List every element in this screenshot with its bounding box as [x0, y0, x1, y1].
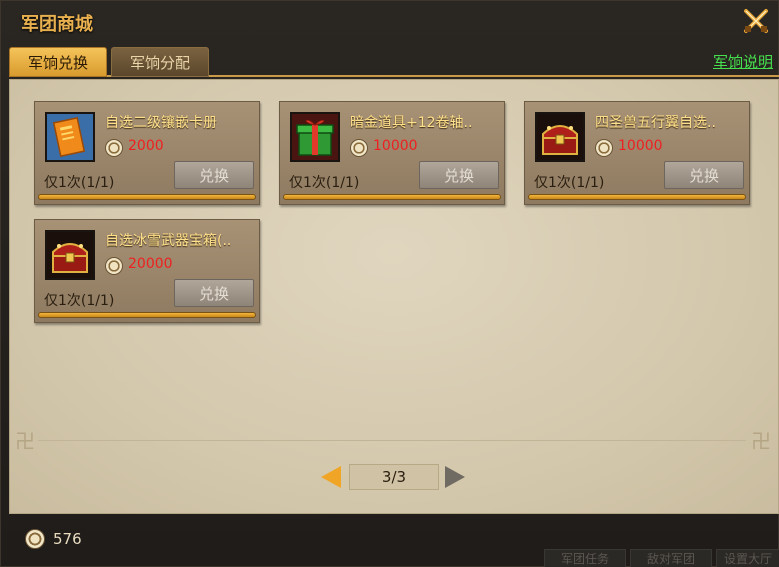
- currency-amount: 576: [53, 530, 82, 548]
- item-price: 2000: [128, 138, 164, 154]
- coin-icon: [105, 139, 123, 157]
- shop-item-card: 四圣兽五行翼自选.. 10000 仅1次(1/1) 兑换: [524, 101, 750, 205]
- coin-icon: [595, 139, 613, 157]
- shop-item-card: 自选二级镶嵌卡册 2000 仅1次(1/1) 兑换: [34, 101, 260, 205]
- item-name: 暗金道具+12卷轴..: [350, 115, 473, 131]
- tab-distribution[interactable]: 军饷分配: [111, 47, 209, 77]
- guild-shop-window: 军团商城 军饷兑换 军饷分配 军饷说明 自选二级镶嵌卡册 2000 仅1次(1/…: [0, 0, 779, 567]
- item-price: 10000: [618, 138, 663, 154]
- progress-bar: [38, 194, 256, 200]
- window-title: 军团商城: [21, 14, 93, 35]
- coin-icon: [105, 257, 123, 275]
- tab-bar: 军饷兑换 军饷分配 军饷说明: [9, 45, 779, 77]
- background-button-enemy-guild[interactable]: 敌对军团: [630, 549, 712, 567]
- shop-panel: 自选二级镶嵌卡册 2000 仅1次(1/1) 兑换 暗金道具+12卷轴.. 10…: [9, 79, 779, 514]
- exchange-button[interactable]: 兑换: [419, 161, 499, 189]
- red-treasure-chest-icon: [535, 112, 585, 162]
- purchase-limit: 仅1次(1/1): [44, 175, 115, 191]
- red-treasure-chest-icon: [45, 230, 95, 280]
- item-name: 四圣兽五行翼自选..: [595, 115, 716, 131]
- shop-item-card: 自选冰雪武器宝箱(.. 20000 仅1次(1/1) 兑换: [34, 219, 260, 323]
- tab-exchange[interactable]: 军饷兑换: [9, 47, 107, 77]
- progress-bar: [38, 312, 256, 318]
- help-link[interactable]: 军饷说明: [713, 51, 773, 72]
- green-gift-box-icon: [290, 112, 340, 162]
- orange-card-album-icon: [45, 112, 95, 162]
- purchase-limit: 仅1次(1/1): [44, 293, 115, 309]
- background-button-settings-hall[interactable]: 设置大厅: [716, 549, 779, 567]
- divider: [38, 440, 746, 441]
- ornament-icon: 卍: [751, 429, 771, 453]
- item-name: 自选冰雪武器宝箱(..: [105, 233, 232, 249]
- close-button[interactable]: [742, 7, 770, 35]
- ornament-icon: 卍: [15, 429, 35, 453]
- purchase-limit: 仅1次(1/1): [289, 175, 360, 191]
- item-name: 自选二级镶嵌卡册: [105, 115, 217, 131]
- next-page-arrow-icon[interactable]: [445, 466, 465, 488]
- pagination: 3/3: [10, 463, 779, 493]
- coin-icon: [25, 529, 45, 549]
- progress-bar: [283, 194, 501, 200]
- prev-page-arrow-icon[interactable]: [321, 466, 341, 488]
- exchange-button[interactable]: 兑换: [664, 161, 744, 189]
- coin-icon: [350, 139, 368, 157]
- page-indicator: 3/3: [349, 464, 439, 490]
- item-price: 10000: [373, 138, 418, 154]
- item-price: 20000: [128, 256, 173, 272]
- shop-item-card: 暗金道具+12卷轴.. 10000 仅1次(1/1) 兑换: [279, 101, 505, 205]
- background-button-guild-task[interactable]: 军团任务: [544, 549, 626, 567]
- exchange-button[interactable]: 兑换: [174, 161, 254, 189]
- exchange-button[interactable]: 兑换: [174, 279, 254, 307]
- crossed-swords-close-icon: [744, 9, 768, 33]
- progress-bar: [528, 194, 746, 200]
- purchase-limit: 仅1次(1/1): [534, 175, 605, 191]
